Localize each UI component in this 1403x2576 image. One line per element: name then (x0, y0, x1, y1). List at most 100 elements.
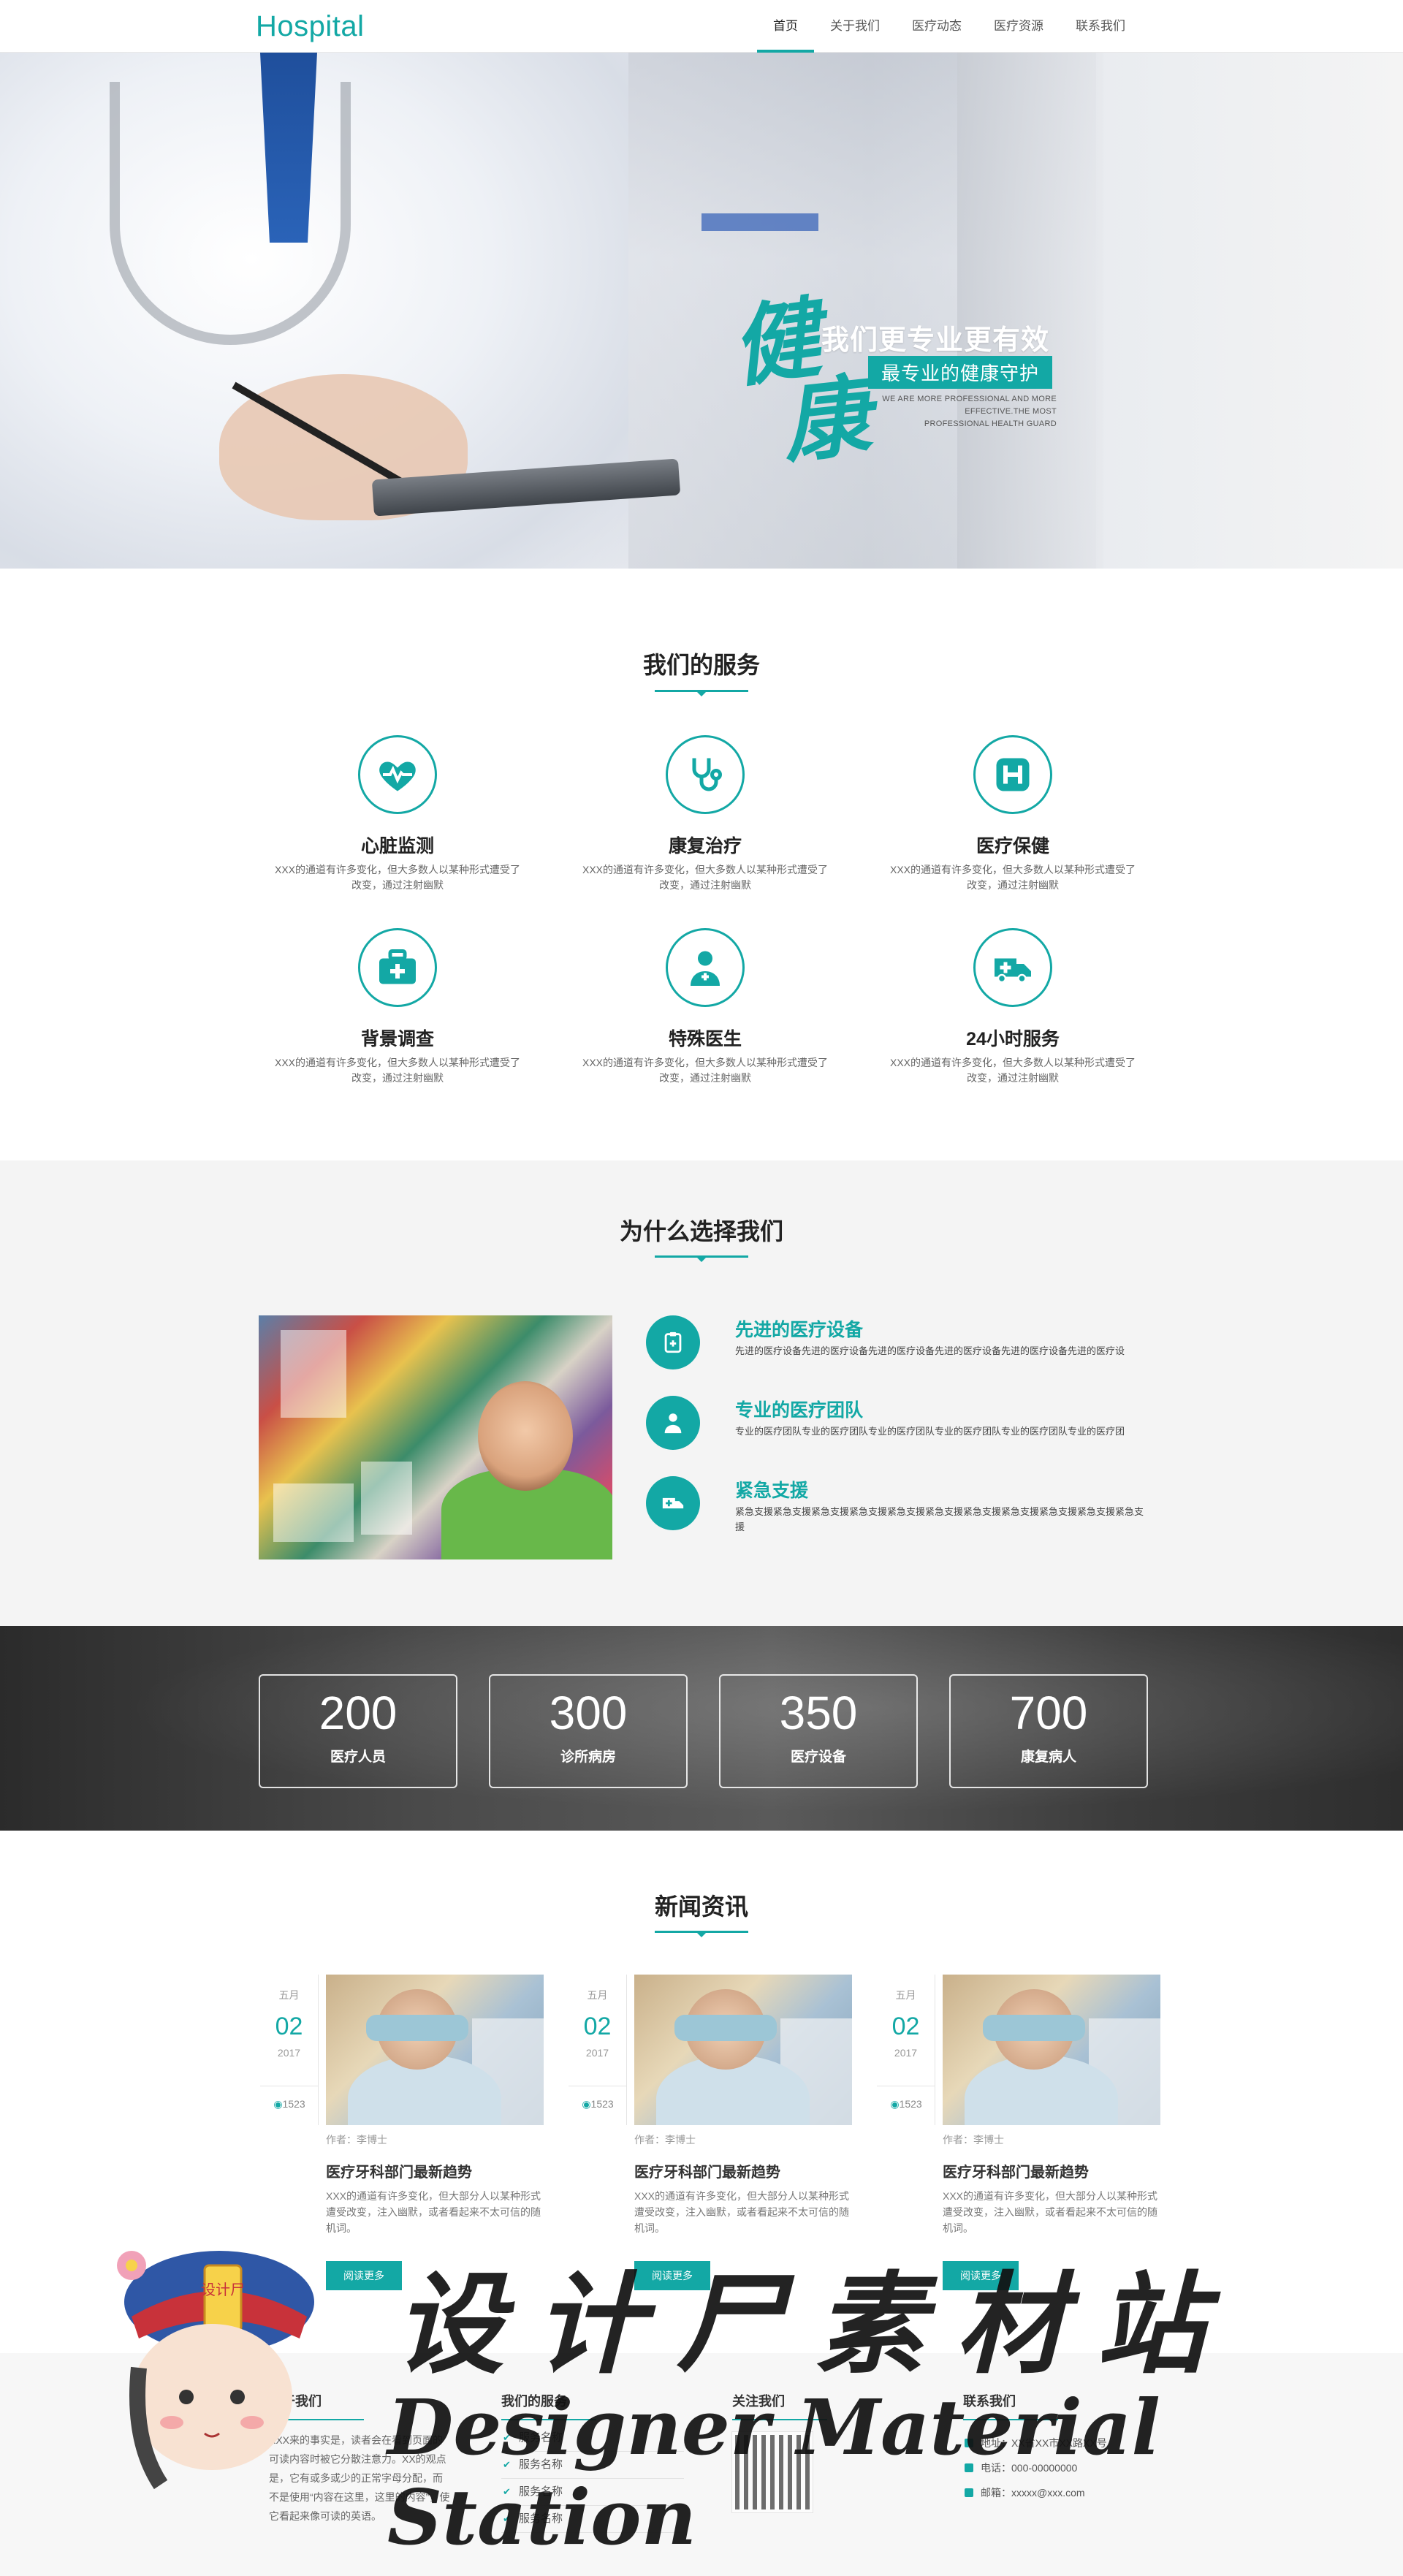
service-name: 心脏监测 (360, 836, 434, 856)
news-headline[interactable]: 医疗牙科部门最新趋势 (326, 2160, 472, 2181)
footer-email[interactable]: 邮箱：xxxxx@xxx.com (963, 2480, 1146, 2505)
news-views: ◉1523 (569, 2086, 627, 2110)
ambulance-icon (646, 1476, 700, 1530)
stethoscope-icon (666, 735, 745, 814)
news-headline[interactable]: 医疗牙科部门最新趋势 (634, 2160, 780, 2181)
why-photo (259, 1315, 612, 1559)
footer-service-link[interactable]: 服务名称 (501, 2506, 684, 2533)
news-card[interactable]: 五月 02 2017 ◉1523 作者：李博士 医疗牙科部门最新趋势 XXX的通… (260, 1975, 567, 2290)
news-month: 五月 (587, 1989, 608, 2001)
clipboard-icon (646, 1315, 700, 1369)
news-year: 2017 (585, 2047, 609, 2059)
news-title-underline (655, 1931, 748, 1937)
hero-english-subtitle: WE ARE MORE PROFESSIONAL AND MORE EFFECT… (870, 393, 1057, 430)
service-desc: XXX的通道有许多变化，但大多数人以某种形式遭受了改变，通过注射幽默 (889, 1057, 1136, 1084)
news-view-count: 1523 (899, 2098, 922, 2110)
footer-service-link[interactable]: 服务名称 (501, 2479, 684, 2506)
medical-kit-icon (358, 928, 437, 1007)
service-card[interactable]: 心脏监测 XXX的通道有许多变化，但大多数人以某种形式遭受了改变，通过注射幽默 (266, 735, 529, 893)
news-author: 作者：李博士 (326, 2134, 387, 2146)
news-image[interactable] (943, 1975, 1160, 2125)
footer-address: 地址：XX省XX市XX路XX号 (963, 2431, 1146, 2455)
news-image[interactable] (634, 1975, 852, 2125)
why-item-title: 紧急支援 (735, 1481, 809, 1501)
footer-services-title: 我们的服务 (501, 2391, 684, 2420)
stats-section: 200 医疗人员 300 诊所病房 350 医疗设备 700 康复病人 (0, 1626, 1403, 1831)
news-headline[interactable]: 医疗牙科部门最新趋势 (943, 2160, 1089, 2181)
service-card[interactable]: 背景调查 XXX的通道有许多变化，但大多数人以某种形式遭受了改变，通过注射幽默 (266, 928, 529, 1086)
news-month: 五月 (278, 1989, 300, 2001)
read-more-button[interactable]: 阅读更多 (634, 2261, 710, 2290)
service-name: 特殊医生 (668, 1029, 742, 1049)
footer-about: 关于我们 XXX来的事实是，读者会在看到页面的可读内容时被它分散注意力。XX的观… (269, 2391, 452, 2526)
read-more-button[interactable]: 阅读更多 (326, 2261, 402, 2290)
nav-item-news[interactable]: 医疗动态 (896, 0, 978, 53)
news-card[interactable]: 五月 02 2017 ◉1523 作者：李博士 医疗牙科部门最新趋势 XXX的通… (569, 1975, 875, 2290)
service-name: 24小时服务 (966, 1029, 1060, 1049)
hero-stethoscope (110, 82, 351, 345)
eye-icon: ◉ (890, 2098, 900, 2110)
service-desc: XXX的通道有许多变化，但大多数人以某种形式遭受了改变，通过注射幽默 (274, 864, 520, 891)
service-card[interactable]: 特殊医生 XXX的通道有许多变化，但大多数人以某种形式遭受了改变，通过注射幽默 (574, 928, 837, 1086)
service-card[interactable]: 24小时服务 XXX的通道有许多变化，但大多数人以某种形式遭受了改变，通过注射幽… (881, 928, 1144, 1086)
news-card[interactable]: 五月 02 2017 ◉1523 作者：李博士 医疗牙科部门最新趋势 XXX的通… (877, 1975, 1184, 2290)
service-name: 康复治疗 (668, 836, 742, 856)
stats-background (0, 1626, 1403, 1831)
news-views: ◉1523 (877, 2086, 935, 2110)
stat-label: 康复病人 (1020, 1749, 1076, 1765)
nav-item-resources[interactable]: 医疗资源 (978, 0, 1060, 53)
stat-label: 医疗人员 (330, 1749, 386, 1765)
read-more-button[interactable]: 阅读更多 (943, 2261, 1019, 2290)
service-desc: XXX的通道有许多变化，但大多数人以某种形式遭受了改变，通过注射幽默 (582, 1057, 828, 1084)
nav-item-about[interactable]: 关于我们 (814, 0, 896, 53)
news-author: 作者：李博士 (634, 2134, 696, 2146)
stat-label: 医疗设备 (790, 1749, 846, 1765)
doctor-icon (666, 928, 745, 1007)
news-views: ◉1523 (260, 2086, 319, 2110)
news-excerpt: XXX的通道有许多变化，但大部分人以某种形式遭受改变，注入幽默，或者看起来不太可… (943, 2190, 1158, 2234)
hero-en-line-1: WE ARE MORE PROFESSIONAL AND MORE (882, 395, 1057, 403)
service-card[interactable]: 医疗保健 XXX的通道有许多变化，但大多数人以某种形式遭受了改变，通过注射幽默 (881, 735, 1144, 893)
site-footer: 关于我们 XXX来的事实是，读者会在看到页面的可读内容时被它分散注意力。XX的观… (0, 2353, 1403, 2576)
news-title: 新闻资讯 (654, 1893, 748, 1920)
eye-icon: ◉ (582, 2098, 591, 2110)
hero-calligraphy-char-2: 康 (777, 364, 876, 476)
eye-icon: ◉ (273, 2098, 283, 2110)
hero-tagline: 最专业的健康守护 (868, 356, 1053, 389)
stat-number: 200 (319, 1687, 398, 1739)
footer-contact-title: 联系我们 (963, 2391, 1146, 2420)
service-card[interactable]: 康复治疗 XXX的通道有许多变化，但大多数人以某种形式遭受了改变，通过注射幽默 (574, 735, 837, 893)
stat-box: 200 医疗人员 (259, 1674, 457, 1788)
news-view-count: 1523 (590, 2098, 614, 2110)
why-item-desc: 先进的医疗设备先进的医疗设备先进的医疗设备先进的医疗设备先进的医疗设备先进的医疗… (735, 1345, 1125, 1356)
news-image[interactable] (326, 1975, 544, 2125)
footer-about-text: XXX来的事实是，读者会在看到页面的可读内容时被它分散注意力。XX的观点是，它有… (269, 2434, 450, 2522)
service-desc: XXX的通道有许多变化，但大多数人以某种形式遭受了改变，通过注射幽默 (274, 1057, 520, 1084)
news-day: 02 (583, 2013, 612, 2040)
footer-service-link[interactable]: 服务名称 (501, 2425, 684, 2452)
stat-number: 350 (779, 1687, 858, 1739)
why-choose-us-section: 为什么选择我们 先进的医疗设备 先进的医疗设备先进的医疗设备先进的医疗设备先进的… (0, 1160, 1403, 1626)
service-name: 背景调查 (360, 1029, 434, 1049)
why-item-desc: 紧急支援紧急支援紧急支援紧急支援紧急支援紧急支援紧急支援紧急支援紧急支援紧急支援… (735, 1506, 1144, 1532)
footer-follow: 关注我们 (731, 2391, 915, 2513)
site-logo[interactable]: Hospital (256, 10, 365, 43)
footer-service-link[interactable]: 服务名称 (501, 2452, 684, 2479)
nav-item-home[interactable]: 首页 (757, 0, 814, 53)
why-title-underline (655, 1255, 748, 1262)
hero-background-sign (702, 213, 818, 231)
stat-box: 350 医疗设备 (719, 1674, 918, 1788)
why-item-title: 先进的医疗设备 (735, 1320, 864, 1340)
main-menu: 首页 关于我们 医疗动态 医疗资源 联系我们 (757, 0, 1141, 53)
hero-en-line-2: EFFECTIVE.THE MOST (965, 407, 1057, 416)
hero-banner: 健 康 我们更专业更有效 最专业的健康守护 WE ARE MORE PROFES… (0, 53, 1403, 569)
stat-number: 700 (1009, 1687, 1088, 1739)
hospital-h-icon (973, 735, 1052, 814)
news-year: 2017 (894, 2047, 918, 2059)
news-day: 02 (891, 2013, 920, 2040)
nav-item-contact[interactable]: 联系我们 (1060, 0, 1141, 53)
heart-monitor-icon (358, 735, 437, 814)
footer-follow-title: 关注我们 (732, 2391, 915, 2420)
services-title-underline (655, 690, 748, 696)
stat-box: 700 康复病人 (949, 1674, 1148, 1788)
